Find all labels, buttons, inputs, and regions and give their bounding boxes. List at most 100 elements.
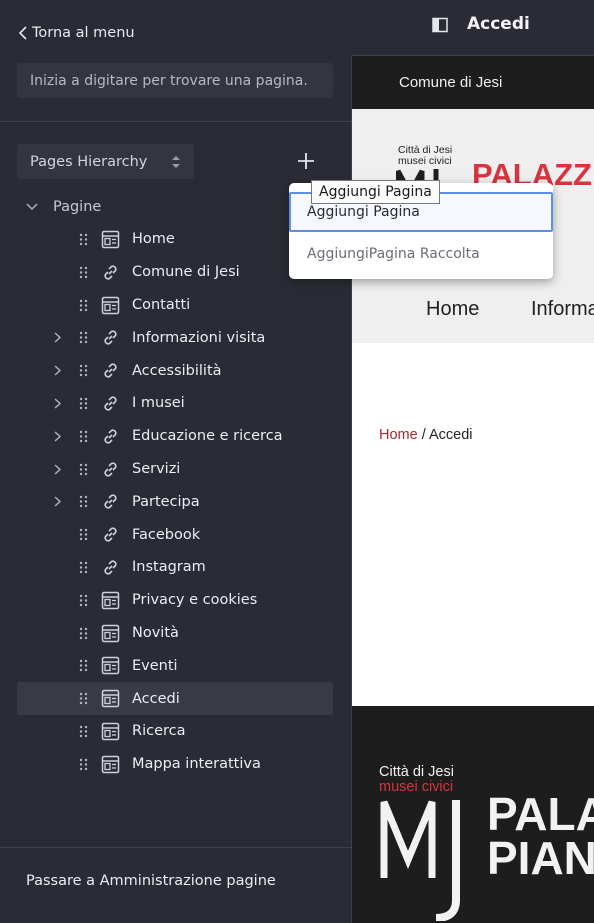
- drag-handle-icon[interactable]: [79, 725, 89, 738]
- menu-item-add-collection[interactable]: AggiungiPagina Raccolta: [289, 235, 553, 273]
- tree-item-label: Ricerca: [132, 723, 186, 740]
- tree-item[interactable]: Instagram: [17, 551, 333, 584]
- switch-to-page-admin-link[interactable]: Passare a Amministrazione pagine: [26, 873, 276, 889]
- hierarchy-select[interactable]: Pages Hierarchy: [17, 144, 194, 179]
- drag-handle-icon[interactable]: [79, 364, 89, 377]
- drag-handle-icon[interactable]: [79, 627, 89, 640]
- link-icon: [104, 330, 117, 345]
- tree-item[interactable]: Partecipa: [17, 485, 333, 518]
- tree-root-pagine[interactable]: Pagine: [17, 190, 333, 223]
- tree-item-label: Facebook: [132, 526, 201, 543]
- sort-updown-icon: [172, 156, 180, 168]
- chevron-right-icon[interactable]: [51, 430, 63, 443]
- divider: [0, 121, 351, 122]
- drag-handle-icon[interactable]: [79, 528, 89, 541]
- preview-footer: Città di Jesi musei civici PALA PIAN: [352, 706, 594, 923]
- chevron-left-icon: [18, 26, 27, 40]
- drag-handle-icon[interactable]: [79, 594, 89, 607]
- tree-item-label: Novità: [132, 624, 179, 641]
- tree-item-label: Privacy e cookies: [132, 592, 258, 609]
- preview-nav-home[interactable]: Home: [426, 298, 479, 321]
- page-icon: [101, 689, 120, 708]
- tree-item-label: Accessibilità: [132, 362, 222, 379]
- tree-item-label: Servizi: [132, 460, 181, 477]
- page-search-input[interactable]: [30, 72, 333, 89]
- preview-nav-informazioni[interactable]: Informa: [531, 298, 594, 321]
- back-to-menu-link[interactable]: Torna al menu: [18, 22, 135, 44]
- tree-item[interactable]: Contatti: [17, 289, 333, 322]
- footer-wordmark-line2: PIAN: [487, 832, 594, 884]
- tree-item-label: Mappa interattiva: [132, 756, 261, 773]
- sidebar-toggle-icon[interactable]: [432, 17, 448, 33]
- footer-musei-label: musei civici: [379, 779, 454, 795]
- tree-item-label: Informazioni visita: [132, 329, 266, 346]
- link-icon: [104, 363, 117, 378]
- tree-item[interactable]: Eventi: [17, 649, 333, 682]
- drag-handle-icon[interactable]: [79, 299, 89, 312]
- chevron-down-icon[interactable]: [25, 200, 39, 214]
- chevron-right-icon[interactable]: [51, 397, 63, 410]
- tree-item[interactable]: Facebook: [17, 518, 333, 551]
- drag-handle-icon[interactable]: [79, 233, 89, 246]
- tree-item[interactable]: Mappa interattiva: [17, 748, 333, 781]
- link-icon: [104, 461, 117, 477]
- page-title: Accedi: [467, 14, 530, 34]
- chevron-right-icon[interactable]: [51, 463, 63, 476]
- tree-item[interactable]: Privacy e cookies: [17, 584, 333, 617]
- tree-item[interactable]: Servizi: [17, 453, 333, 486]
- tree-item-label: Home: [132, 231, 175, 248]
- back-to-menu-label: Torna al menu: [32, 25, 135, 41]
- tree-item-label: Accedi: [132, 690, 180, 707]
- drag-handle-icon[interactable]: [79, 463, 89, 476]
- link-icon: [104, 527, 117, 542]
- drag-handle-icon[interactable]: [79, 397, 89, 410]
- tree-item-label: Eventi: [132, 657, 178, 674]
- tree-item[interactable]: Educazione e ricerca: [17, 420, 333, 453]
- page-icon: [101, 722, 120, 741]
- tree-item[interactable]: Informazioni visita: [17, 321, 333, 354]
- tree-item[interactable]: Home: [17, 223, 333, 256]
- drag-handle-icon[interactable]: [79, 430, 89, 443]
- drag-handle-icon[interactable]: [79, 331, 89, 344]
- tree-root-label: Pagine: [53, 198, 102, 215]
- page-icon: [101, 657, 120, 675]
- drag-handle-icon[interactable]: [79, 561, 89, 574]
- preview-comune-link[interactable]: Comune di Jesi: [399, 74, 502, 91]
- breadcrumb-home[interactable]: Home: [379, 427, 418, 443]
- footer-wordmark-line1: PALA: [487, 788, 594, 840]
- footer-wordmark: PALA PIAN: [487, 788, 594, 884]
- chevron-right-icon[interactable]: [51, 331, 63, 344]
- drag-handle-icon[interactable]: [79, 495, 89, 508]
- divider: [0, 847, 351, 848]
- link-icon: [104, 396, 117, 411]
- footer-logo-mark: [380, 800, 460, 921]
- drag-handle-icon[interactable]: [79, 659, 89, 672]
- page-search-box[interactable]: [17, 63, 333, 98]
- footer-city-label: Città di Jesi: [379, 764, 454, 780]
- breadcrumb-separator: /: [417, 427, 429, 443]
- tree-item[interactable]: Accedi: [17, 682, 333, 715]
- tree-item-label: Educazione e ricerca: [132, 428, 283, 445]
- tree-item-label: I musei: [132, 395, 185, 412]
- preview-topbar: Accedi: [351, 0, 594, 56]
- chevron-right-icon[interactable]: [51, 495, 63, 508]
- drag-handle-icon[interactable]: [79, 758, 89, 771]
- tree-item[interactable]: Accessibilità: [17, 354, 333, 387]
- tree-item-label: Comune di Jesi: [132, 264, 240, 281]
- chevron-right-icon[interactable]: [51, 364, 63, 377]
- preview-top-bar: Comune di Jesi: [352, 56, 594, 109]
- pages-tree: Pagine Home Comune di Jesi Contatti Informa…: [17, 190, 333, 781]
- tree-item[interactable]: Ricerca: [17, 715, 333, 748]
- tree-item-label: Contatti: [132, 296, 191, 313]
- tree-item[interactable]: I musei: [17, 387, 333, 420]
- drag-handle-icon[interactable]: [79, 692, 89, 705]
- page-icon: [101, 296, 120, 314]
- plus-icon[interactable]: [296, 151, 316, 171]
- link-icon: [104, 429, 117, 444]
- tree-item[interactable]: Comune di Jesi: [17, 256, 333, 289]
- link-icon: [104, 560, 117, 575]
- drag-handle-icon[interactable]: [79, 266, 89, 279]
- tree-item[interactable]: Novità: [17, 617, 333, 650]
- tree-item-label: Partecipa: [132, 493, 200, 510]
- hierarchy-select-value: Pages Hierarchy: [30, 153, 148, 170]
